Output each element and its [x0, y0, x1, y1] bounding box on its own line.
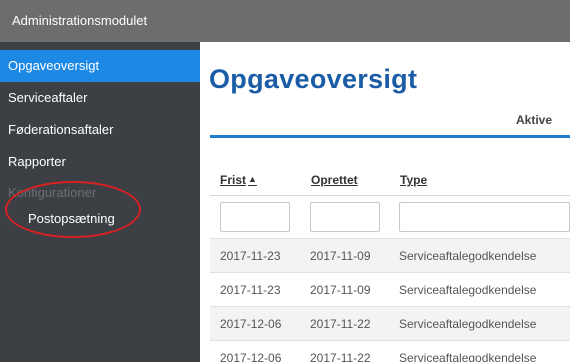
sidebar-item-rapporter[interactable]: Rapporter: [0, 146, 200, 178]
cell-type: Serviceaftalegodkendelse: [399, 317, 537, 331]
main-content: Opgaveoversigt Aktive Frist ▲ Oprettet Ty…: [200, 42, 570, 362]
cell-type: Serviceaftalegodkendelse: [399, 351, 537, 362]
cell-oprettet: 2017-11-22: [310, 317, 371, 331]
red-highlight-ellipse: [5, 181, 141, 238]
app-title: Administrationsmodulet: [12, 13, 148, 28]
cell-frist: 2017-12-06: [220, 317, 282, 331]
filter-oprettet-input[interactable]: [310, 202, 380, 232]
filter-type-input[interactable]: [399, 202, 570, 232]
column-header-oprettet[interactable]: Oprettet: [311, 173, 358, 187]
cell-oprettet: 2017-11-22: [310, 351, 371, 362]
cell-oprettet: 2017-11-09: [310, 283, 371, 297]
cell-type: Serviceaftalegodkendelse: [399, 249, 537, 263]
table-row[interactable]: 2017-12-06 2017-11-22 Serviceaftalegodke…: [210, 340, 570, 362]
sidebar-item-serviceaftaler[interactable]: Serviceaftaler: [0, 82, 200, 114]
sidebar-item-opgaveoversigt[interactable]: Opgaveoversigt: [0, 50, 200, 82]
column-header-type[interactable]: Type: [400, 173, 427, 187]
cell-oprettet: 2017-11-09: [310, 249, 371, 263]
tab-active-underline: [210, 135, 570, 138]
cell-type: Serviceaftalegodkendelse: [399, 283, 537, 297]
column-header-frist[interactable]: Frist ▲: [220, 173, 257, 187]
table-row[interactable]: 2017-11-23 2017-11-09 Serviceaftalegodke…: [210, 238, 570, 272]
page-title: Opgaveoversigt: [209, 64, 418, 94]
cell-frist: 2017-11-23: [220, 249, 281, 263]
column-header-frist-label: Frist: [220, 173, 247, 187]
sidebar-item-foederationsaftaler[interactable]: Føderationsaftaler: [0, 114, 200, 146]
tab-aktive[interactable]: Aktive: [516, 113, 552, 127]
cell-frist: 2017-11-23: [220, 283, 281, 297]
table-row[interactable]: 2017-12-06 2017-11-22 Serviceaftalegodke…: [210, 306, 570, 340]
header-divider: [210, 195, 570, 196]
filter-frist-input[interactable]: [220, 202, 290, 232]
cell-frist: 2017-12-06: [220, 351, 282, 362]
top-bar: Administrationsmodulet: [0, 0, 570, 42]
table-row[interactable]: 2017-11-23 2017-11-09 Serviceaftalegodke…: [210, 272, 570, 306]
triangle-up-icon: ▲: [248, 174, 257, 184]
